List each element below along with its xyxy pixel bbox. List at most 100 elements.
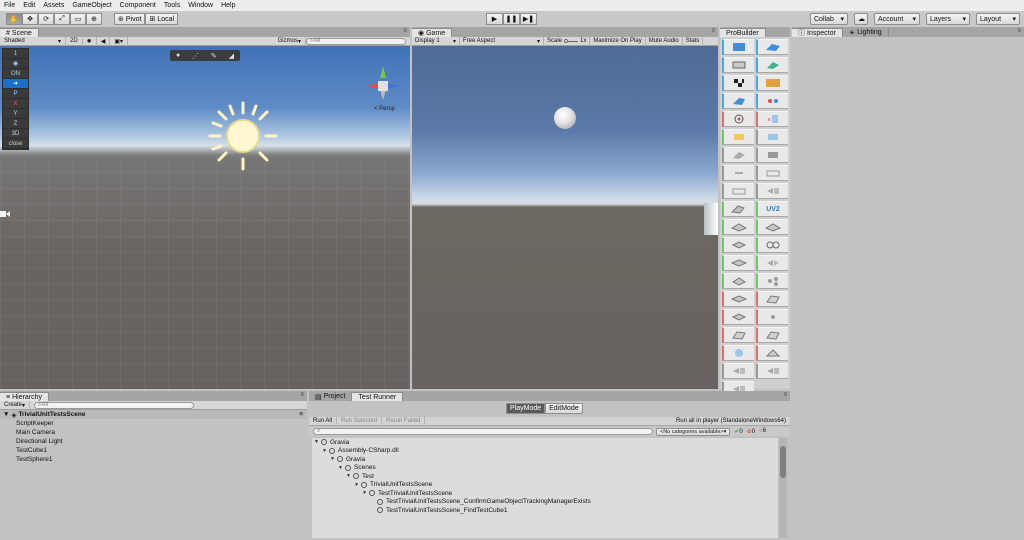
run-selected-button[interactable]: Run Selected: [337, 416, 383, 426]
aspect-dropdown[interactable]: Free Aspect ▾: [460, 36, 544, 46]
connect-edges-icon[interactable]: [722, 309, 754, 325]
menu-window[interactable]: Window: [188, 2, 213, 9]
scroll-thumb[interactable]: [780, 446, 786, 478]
split-vertices-icon[interactable]: [756, 273, 788, 289]
detach-faces-icon[interactable]: [722, 291, 754, 307]
gizmos-dropdown[interactable]: Gizmos ▾: [274, 36, 306, 46]
display-dropdown[interactable]: Display 1 ▾: [412, 36, 460, 46]
panel-menu-icon[interactable]: ≡: [300, 392, 304, 398]
panel-menu-icon[interactable]: ≡: [403, 28, 407, 34]
expand-arrow-icon[interactable]: ▼: [3, 411, 9, 418]
tab-lighting[interactable]: ☀ Lighting: [842, 28, 889, 37]
tab-project[interactable]: ▤ Project: [309, 392, 353, 401]
grow-selection-icon[interactable]: [722, 129, 754, 145]
overlay-arrow-icon[interactable]: ➜: [3, 79, 28, 88]
scale-thumb[interactable]: [564, 38, 569, 43]
material-editor-icon[interactable]: [722, 57, 754, 73]
tab-hierarchy[interactable]: ≡ Hierarchy: [0, 392, 50, 401]
export-mesh-icon[interactable]: [756, 363, 788, 379]
rect-tool-icon[interactable]: ▭: [70, 13, 86, 25]
test-tree-row[interactable]: ▼ Scenes: [312, 464, 778, 473]
select-loop-icon[interactable]: [722, 147, 754, 163]
local-button[interactable]: ⊞ Local: [145, 13, 179, 25]
collab-button[interactable]: Collab ▾: [810, 13, 848, 25]
menu-assets[interactable]: Assets: [43, 2, 64, 9]
overlay-item-x[interactable]: X: [3, 99, 28, 108]
hierarchy-item-testcube1[interactable]: TestCube1: [0, 446, 307, 455]
menu-tools[interactable]: Tools: [164, 2, 180, 9]
delete-faces-icon[interactable]: [722, 327, 754, 343]
rotate-tool-icon[interactable]: ⟳: [38, 13, 54, 25]
test-tree-row[interactable]: ▼ Test: [312, 472, 778, 481]
scale-slider[interactable]: Scale 1x: [544, 36, 591, 46]
layout-button[interactable]: Layout ▾: [976, 13, 1020, 25]
hierarchy-item-main-camera[interactable]: Main Camera: [0, 428, 307, 437]
vertex-colors-icon[interactable]: [722, 93, 754, 109]
passed-counter[interactable]: ✔0: [734, 428, 742, 435]
shrink-selection-icon[interactable]: [756, 129, 788, 145]
new-poly-shape-icon[interactable]: [756, 39, 788, 55]
mode-2d-button[interactable]: 2D: [66, 36, 83, 46]
new-shape-icon[interactable]: [722, 39, 754, 55]
hierarchy-item-scriptkeeper[interactable]: ScriptKeeper: [0, 419, 307, 428]
gizmos-dropdown[interactable]: [703, 37, 709, 46]
insert-edge-loop-icon[interactable]: [756, 291, 788, 307]
move-tool-icon[interactable]: ✥: [22, 13, 38, 25]
failed-counter[interactable]: ⊘0: [747, 428, 755, 435]
expand-arrow-icon[interactable]: ▼: [338, 465, 345, 471]
select-faces-icon[interactable]: ×: [756, 111, 788, 127]
test-tree-row[interactable]: ▼ TrivialUnitTestsScene: [312, 481, 778, 490]
test-search-input[interactable]: ⌕: [313, 428, 653, 435]
test-tree-scrollbar[interactable]: [779, 438, 787, 538]
sphere-tool-icon[interactable]: ●: [176, 52, 180, 59]
triangulate-icon[interactable]: [722, 273, 754, 289]
editmode-tab[interactable]: EditMode: [545, 403, 583, 414]
menu-edit[interactable]: Edit: [23, 2, 35, 9]
menu-file[interactable]: File: [4, 2, 15, 9]
flip-normals-icon[interactable]: [722, 201, 754, 217]
test-tree-row[interactable]: ▼ Assembly-CSharp.dll: [312, 447, 778, 456]
pause-icon[interactable]: ❚❚: [503, 13, 520, 25]
run-all-in-player-button[interactable]: Run all in player (StandaloneWindows64): [672, 417, 790, 426]
expand-arrow-icon[interactable]: ▼: [346, 473, 353, 479]
cloud-icon[interactable]: ☁: [854, 13, 868, 25]
run-all-button[interactable]: Run All: [309, 416, 338, 426]
select-ring-icon[interactable]: [756, 147, 788, 163]
panel-menu-icon[interactable]: ≡: [711, 28, 715, 34]
hand-tool-icon[interactable]: ✋: [6, 13, 22, 25]
categories-dropdown[interactable]: <No categories available> ▾: [656, 427, 731, 436]
audio-toggle-icon[interactable]: ◀: [97, 36, 111, 46]
hierarchy-item-testsphere1[interactable]: TestSphere1: [0, 455, 307, 464]
panel-menu-icon[interactable]: ≡: [783, 392, 787, 398]
extrude-icon[interactable]: [756, 219, 788, 235]
menu-gameobject[interactable]: GameObject: [72, 2, 111, 9]
brush-tool-icon[interactable]: ✎: [211, 52, 217, 60]
test-tree-row[interactable]: TestTrivialUnitTestsScene_ConfirmGameObj…: [312, 498, 778, 507]
expand-arrow-icon[interactable]: ▼: [362, 490, 369, 496]
skipped-counter[interactable]: ○6: [759, 428, 766, 435]
directional-light-icon[interactable]: [208, 101, 278, 171]
select-material-icon[interactable]: [722, 183, 754, 199]
bevel-icon[interactable]: [722, 345, 754, 361]
uv-editor-icon[interactable]: [756, 57, 788, 73]
bridge-edges-icon[interactable]: [756, 237, 788, 253]
panel-menu-icon[interactable]: ≡: [1017, 28, 1021, 34]
overlay-item-y[interactable]: Y: [3, 109, 28, 118]
collapse-vertices-icon[interactable]: [756, 309, 788, 325]
test-tree-row[interactable]: ▼ Gravia: [312, 438, 778, 447]
game-viewport[interactable]: [412, 46, 718, 389]
brick-texture-icon[interactable]: [756, 75, 788, 91]
overlay-item-p[interactable]: P: [3, 89, 28, 98]
step-icon[interactable]: ▶❚: [520, 13, 537, 25]
offset-elements-icon[interactable]: [756, 345, 788, 361]
select-smooth-group-icon[interactable]: [756, 165, 788, 181]
play-icon[interactable]: ▶: [486, 13, 503, 25]
row-menu-icon[interactable]: ≡: [299, 411, 303, 418]
scene-search-input[interactable]: ⌕ All: [306, 37, 406, 45]
account-button[interactable]: Account ▾: [874, 13, 920, 25]
overlay-item-close[interactable]: close: [3, 139, 28, 148]
select-path-icon[interactable]: [722, 363, 754, 379]
hierarchy-search-input[interactable]: ⌕ All: [34, 401, 195, 409]
persp-label[interactable]: < Persp: [374, 106, 395, 112]
create-dropdown[interactable]: Create ▾: [0, 400, 31, 410]
